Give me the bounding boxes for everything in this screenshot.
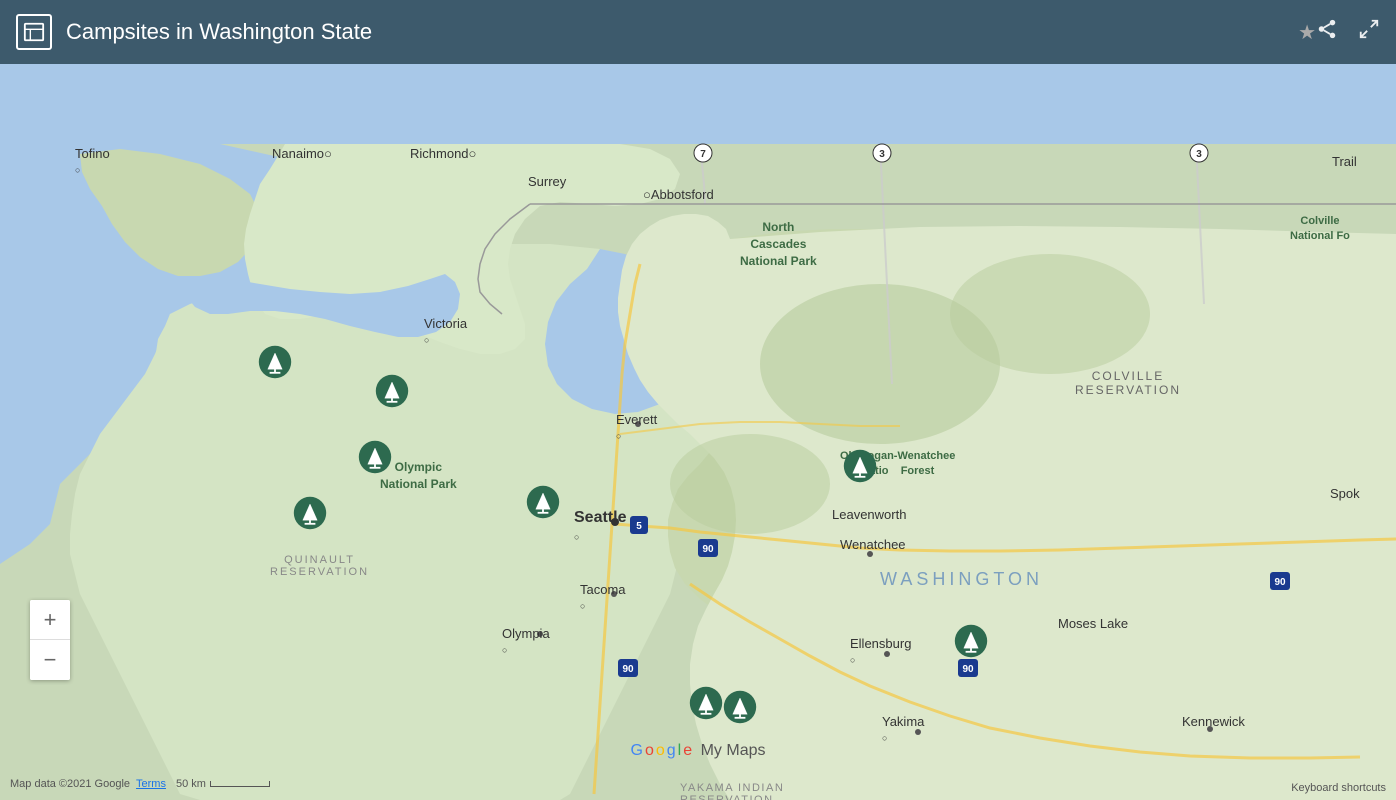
svg-text:3: 3	[1196, 149, 1202, 160]
page-title: Campsites in Washington State	[66, 19, 1288, 45]
header-actions	[1316, 18, 1380, 46]
header: Campsites in Washington State ★	[0, 0, 1396, 64]
terms-link[interactable]: Terms	[136, 778, 166, 790]
scale-bar	[210, 781, 270, 787]
campsite-marker-2[interactable]	[374, 373, 410, 409]
star-icon[interactable]: ★	[1298, 20, 1316, 45]
zoom-out-button[interactable]: −	[30, 640, 70, 680]
svg-text:3: 3	[879, 149, 885, 160]
svg-text:90: 90	[702, 544, 714, 555]
campsite-marker-9[interactable]	[722, 689, 758, 725]
footer: Map data ©2021 Google Terms 50 km	[0, 768, 1396, 800]
campsite-marker-7[interactable]	[953, 623, 989, 659]
google-g: G	[631, 742, 643, 760]
svg-text:90: 90	[962, 664, 974, 675]
map-icon	[16, 14, 52, 50]
zoom-controls: + −	[30, 600, 70, 680]
campsite-marker-6[interactable]	[842, 448, 878, 484]
keyboard-shortcuts[interactable]: Keyboard shortcuts	[1291, 782, 1386, 794]
map-container[interactable]: 5 90 90 90 82 90 7 3 3	[0, 64, 1396, 800]
fullscreen-icon[interactable]	[1358, 18, 1380, 46]
zoom-in-button[interactable]: +	[30, 600, 70, 640]
svg-text:5: 5	[636, 521, 642, 532]
svg-text:90: 90	[622, 664, 634, 675]
campsite-marker-1[interactable]	[257, 344, 293, 380]
svg-text:90: 90	[1274, 577, 1286, 588]
svg-text:7: 7	[700, 149, 706, 160]
share-icon[interactable]	[1316, 18, 1338, 46]
campsite-marker-4[interactable]	[292, 495, 328, 531]
map-attribution: Map data ©2021 Google	[10, 778, 130, 790]
campsite-marker-8[interactable]	[688, 685, 724, 721]
google-brand: Google My Maps	[631, 742, 766, 760]
campsite-marker-5[interactable]	[525, 484, 561, 520]
campsite-marker-3[interactable]	[357, 439, 393, 475]
scale-label: 50 km	[176, 778, 206, 790]
